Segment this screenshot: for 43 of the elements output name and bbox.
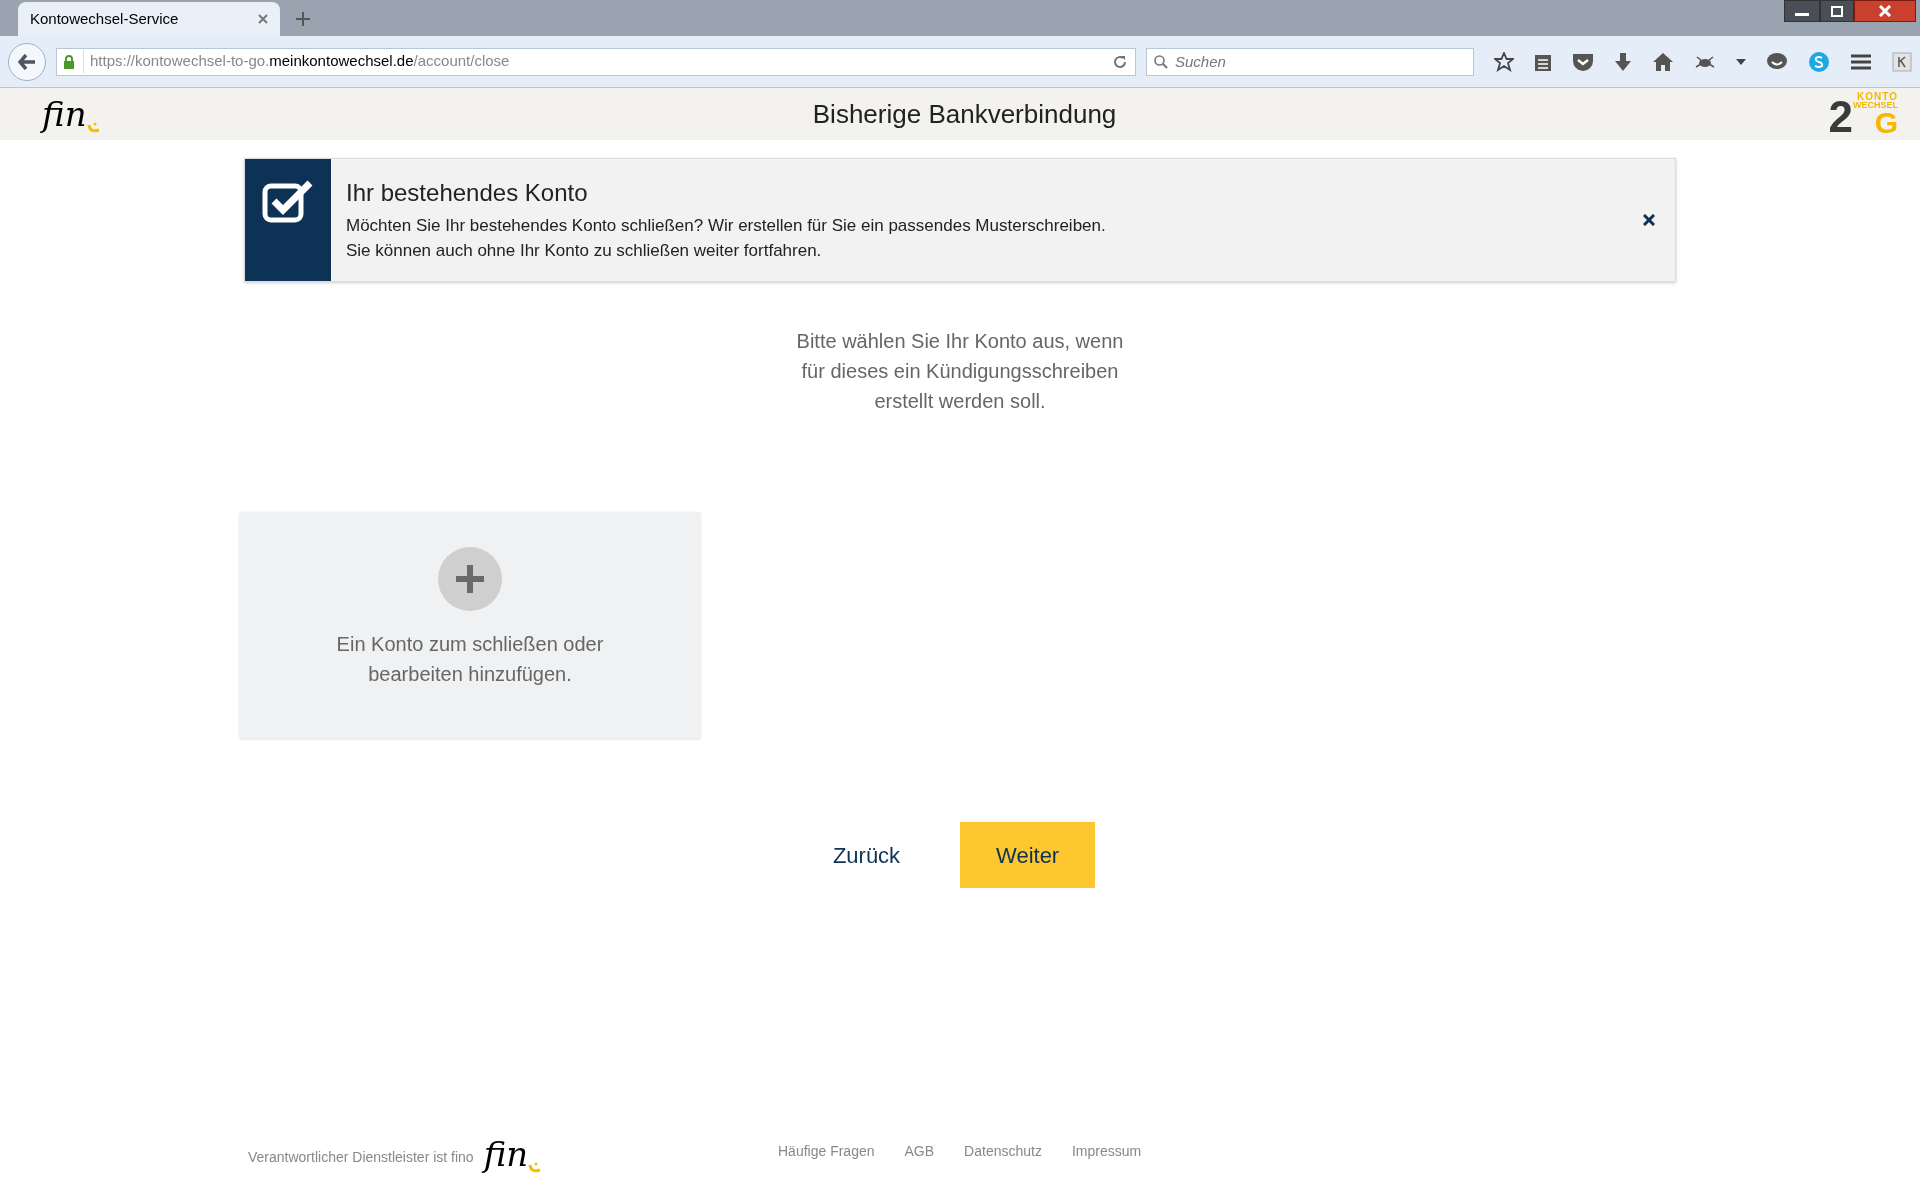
close-icon[interactable] (1643, 214, 1655, 226)
provider-text: Verantwortlicher Dienstleister ist fino (248, 1148, 474, 1167)
address-field[interactable]: https://kontowechsel-to-go.meinkontowechsel.de/account/close (56, 47, 1136, 76)
reload-icon[interactable] (1113, 54, 1127, 69)
lock-icon (63, 54, 75, 69)
download-icon[interactable] (1614, 51, 1632, 72)
close-icon (1878, 5, 1892, 17)
footer-link[interactable]: Datenschutz (964, 1141, 1042, 1162)
plus-icon[interactable] (296, 12, 310, 26)
back-button[interactable] (8, 42, 46, 81)
url-text: https://kontowechsel-to-go.meinkontowechsel.de/account/close (83, 50, 1105, 73)
logo-text: fin (483, 1134, 529, 1174)
back-arrow-icon (18, 53, 36, 70)
page-title: Bisherige Bankverbindung (812, 97, 1117, 131)
search-icon (1154, 54, 1168, 69)
menu-icon[interactable] (1850, 52, 1872, 71)
back-link[interactable]: Zurück (818, 822, 915, 888)
next-button[interactable]: Weiter (960, 822, 1096, 888)
browser-tab[interactable]: Kontowechsel-Service (18, 2, 280, 36)
add-account-text: Ein Konto zum schließen oder bearbeiten hinzufügen. (335, 632, 605, 687)
minimize-button[interactable] (1784, 0, 1820, 22)
logo-text: fin (42, 94, 87, 134)
pocket-icon[interactable] (1572, 51, 1594, 72)
skype-icon[interactable] (1808, 50, 1830, 73)
checkbox-checked-icon (262, 179, 314, 223)
footer-link[interactable]: Impressum (1071, 1141, 1142, 1162)
banner-title: Ihr bestehendes Konto (346, 178, 589, 208)
footer-link[interactable]: Häufige Fragen (778, 1141, 875, 1162)
dropdown-caret-icon[interactable] (1736, 58, 1746, 65)
extension-icon[interactable] (1892, 51, 1912, 72)
banner-text: Sie können auch ohne Ihr Konto zu schließen weiter fortfahren. (346, 241, 823, 261)
close-window-button[interactable] (1854, 0, 1916, 22)
search-field[interactable]: Suchen (1146, 47, 1474, 76)
smile-icon (528, 1162, 543, 1174)
chat-icon[interactable] (1766, 51, 1788, 72)
star-icon[interactable] (1494, 51, 1514, 72)
footer-link[interactable]: AGB (904, 1141, 935, 1162)
smile-icon (86, 122, 101, 134)
home-icon[interactable] (1652, 51, 1674, 72)
instruction-text: Bitte wählen Sie Ihr Konto aus, wenn für dieses ein Kündigungsschreiben erstellt werden soll. (795, 329, 1125, 414)
add-account-card[interactable]: Ein Konto zum schließen oder bearbeiten hinzufügen. (240, 512, 700, 738)
banner-text: Möchten Sie Ihr bestehendes Konto schließen? Wir erstellen für Sie ein passendes Musterschreiben. (346, 216, 1107, 236)
restore-button[interactable] (1820, 0, 1854, 22)
